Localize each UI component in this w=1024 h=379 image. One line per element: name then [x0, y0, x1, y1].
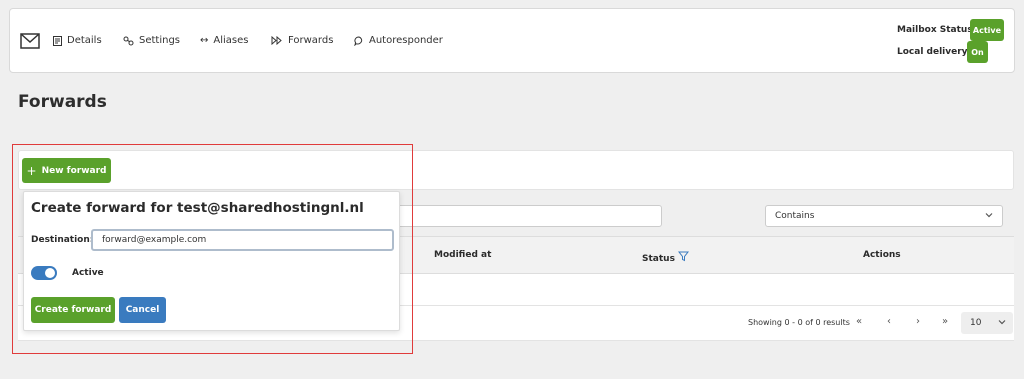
column-actions: Actions	[863, 250, 901, 260]
chevron-down-icon	[998, 320, 1006, 325]
chat-icon	[354, 35, 364, 46]
filter-icon[interactable]	[678, 251, 689, 262]
plus-icon: +	[26, 163, 37, 178]
forward-icon	[271, 36, 283, 45]
column-status[interactable]: Status	[642, 254, 675, 264]
top-navigation: Details Settings ↔ Aliases Forwards Auto…	[9, 8, 1015, 73]
toggle-knob	[45, 268, 55, 278]
filter-mode-select[interactable]: Contains	[765, 205, 1003, 227]
pagination-summary: Showing 0 - 0 of 0 results	[748, 318, 850, 327]
settings-icon	[123, 36, 134, 46]
mail-icon	[20, 33, 40, 49]
cancel-button[interactable]: Cancel	[119, 297, 166, 323]
destination-label: Destination:	[31, 235, 94, 245]
create-forward-button[interactable]: Create forward	[31, 297, 115, 323]
last-page-icon[interactable]: »	[942, 316, 948, 327]
mailbox-status-badge: Active	[970, 19, 1004, 41]
nav-item-label: Settings	[139, 35, 181, 46]
local-delivery-label: Local delivery:	[897, 47, 972, 57]
prev-page-icon[interactable]: ‹	[887, 316, 891, 327]
nav-item-label: Autoresponder	[369, 35, 443, 46]
nav-item-label: Forwards	[288, 35, 334, 46]
nav-item-autoresponder[interactable]: Autoresponder	[354, 35, 443, 46]
arrows-icon: ↔	[200, 35, 209, 46]
page-title: Forwards	[18, 92, 107, 112]
filter-input[interactable]	[390, 205, 662, 227]
per-page-value: 10	[970, 318, 982, 328]
filter-mode-value: Contains	[775, 211, 815, 221]
column-modified-at[interactable]: Modified at	[434, 250, 491, 260]
first-page-icon[interactable]: «	[856, 316, 862, 327]
active-label: Active	[72, 268, 104, 278]
new-forward-label: New forward	[41, 165, 107, 176]
local-delivery-badge: On	[967, 41, 988, 63]
nav-item-label: Aliases	[213, 35, 249, 46]
nav-item-settings[interactable]: Settings	[123, 35, 180, 46]
nav-item-details[interactable]: Details	[53, 35, 102, 46]
mailbox-status-label: Mailbox Status:	[897, 25, 977, 35]
details-icon	[53, 35, 62, 46]
nav-item-label: Details	[67, 35, 102, 46]
nav-item-aliases[interactable]: ↔ Aliases	[200, 35, 249, 46]
popup-title: Create forward for test@sharedhostingnl.…	[31, 200, 364, 216]
new-forward-button[interactable]: + New forward	[22, 158, 111, 183]
destination-input[interactable]	[91, 229, 394, 251]
per-page-select[interactable]: 10	[961, 312, 1013, 334]
active-toggle[interactable]	[31, 266, 57, 280]
nav-item-forwards[interactable]: Forwards	[271, 35, 333, 46]
chevron-down-icon	[985, 213, 993, 218]
create-forward-popup: Create forward for test@sharedhostingnl.…	[23, 191, 400, 331]
next-page-icon[interactable]: ›	[916, 316, 920, 327]
